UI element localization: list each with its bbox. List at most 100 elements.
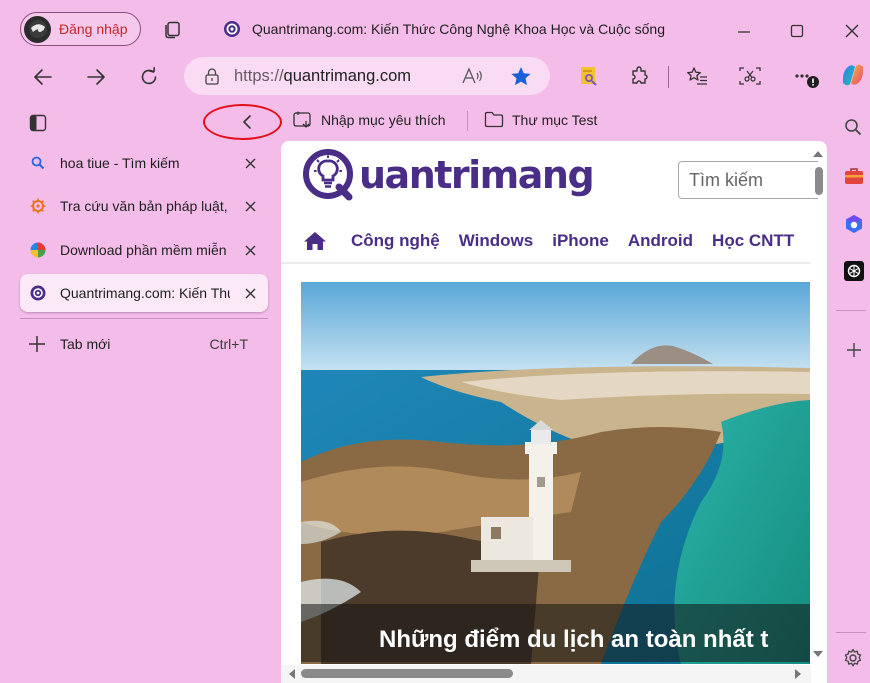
- sidebar-search-button[interactable]: [842, 116, 864, 138]
- extension-button-1[interactable]: [577, 64, 601, 88]
- site-info-button[interactable]: [204, 67, 220, 85]
- favorites-list-icon: [687, 67, 707, 85]
- web-content[interactable]: uantrimang Tìm kiếm Công nghệ Windows iP…: [281, 141, 827, 683]
- refresh-icon: [141, 67, 157, 85]
- extension-search-icon: [581, 67, 597, 86]
- window-title: Quantrimang.com: Kiến Thức Công Nghệ Kho…: [252, 21, 665, 37]
- nav-hoc-cntt[interactable]: Học CNTT: [712, 231, 794, 251]
- site-nav: Công nghệ Windows iPhone Android Học CNT…: [281, 219, 811, 263]
- extensions-button[interactable]: [628, 64, 652, 88]
- read-aloud-icon: [462, 67, 482, 84]
- tab-label: Download phần mềm miễn: [60, 242, 227, 258]
- nav-underline: [281, 262, 811, 264]
- home-button[interactable]: [303, 231, 327, 251]
- horizontal-scroll-thumb[interactable]: [301, 669, 513, 678]
- search-icon: [31, 156, 45, 170]
- lightbulb-logo-icon: [303, 149, 353, 201]
- briefcase-icon: [845, 168, 863, 184]
- nav-iphone[interactable]: iPhone: [552, 231, 609, 251]
- sidebar-divider-bottom: [836, 632, 866, 633]
- favorite-star-button[interactable]: [510, 65, 532, 87]
- address-bar[interactable]: https://quantrimang.com: [184, 57, 550, 95]
- avatar-icon: [28, 20, 47, 38]
- back-button[interactable]: [30, 64, 56, 90]
- vertical-tabs-icon: [29, 114, 47, 132]
- hero-caption[interactable]: Những điểm du lịch an toàn nhất t: [379, 626, 768, 654]
- favorites-divider: [467, 111, 468, 131]
- new-tab-label: Tab mới: [60, 336, 111, 352]
- sidebar-settings-button[interactable]: [842, 647, 864, 669]
- tab-close-button[interactable]: [242, 285, 258, 301]
- tab-search[interactable]: hoa tiue - Tìm kiếm: [20, 144, 268, 182]
- read-aloud-button[interactable]: [462, 66, 484, 86]
- tab-close-button[interactable]: [242, 155, 258, 171]
- url-host: quantrimang.com: [283, 66, 412, 85]
- star-icon: [511, 66, 531, 85]
- pinwheel-icon: [30, 242, 46, 258]
- copilot-button[interactable]: [838, 60, 868, 90]
- profile-button[interactable]: Đăng nhập: [20, 12, 141, 46]
- nav-windows[interactable]: Windows: [459, 231, 533, 251]
- site-logo[interactable]: uantrimang: [301, 147, 595, 203]
- lock-icon: [205, 67, 219, 85]
- screenshot-button[interactable]: [738, 64, 762, 88]
- tab-quantrimang[interactable]: Quantrimang.com: Kiến Thứ: [20, 274, 268, 312]
- nav-android[interactable]: Android: [628, 231, 693, 251]
- maximize-icon: [790, 24, 804, 38]
- tab-close-button[interactable]: [242, 198, 258, 214]
- favorite-folder-test[interactable]: Thư mục Test: [484, 111, 597, 128]
- nav-cong-nghe[interactable]: Công nghệ: [351, 231, 440, 251]
- screenshot-icon: [739, 67, 761, 85]
- import-favorites-icon: [293, 111, 311, 128]
- site-logo-text: uantrimang: [359, 153, 595, 197]
- avatar: [24, 15, 51, 43]
- toolbar-divider: [668, 66, 669, 88]
- arrow-right-icon: [87, 69, 105, 85]
- maximize-button[interactable]: [786, 20, 808, 42]
- url-text[interactable]: https://quantrimang.com: [234, 67, 411, 86]
- tab-close-button[interactable]: [242, 242, 258, 258]
- sidebar-chatgpt-button[interactable]: [842, 259, 866, 283]
- search-icon: [845, 119, 862, 136]
- profile-label: Đăng nhập: [59, 21, 128, 37]
- tabs-divider: [20, 318, 268, 319]
- close-icon: [845, 24, 859, 38]
- tab-label: Quantrimang.com: Kiến Thứ: [60, 285, 230, 301]
- site-search-input[interactable]: Tìm kiếm: [678, 161, 818, 199]
- at-icon: [30, 285, 46, 301]
- url-protocol: https://: [234, 66, 284, 85]
- tab-legal-docs[interactable]: Tra cứu văn bản pháp luật,: [20, 187, 268, 225]
- vertical-scrollbar[interactable]: [811, 149, 825, 659]
- openai-icon: [844, 261, 864, 281]
- copilot-icon: [846, 215, 862, 233]
- favorite-folder-label: Thư mục Test: [512, 111, 598, 128]
- minimize-button[interactable]: [733, 20, 755, 42]
- wheel-icon: [30, 198, 46, 214]
- forward-button[interactable]: [83, 64, 109, 90]
- new-tab-button[interactable]: Tab mới Ctrl+T: [28, 332, 248, 356]
- close-icon: [245, 245, 255, 255]
- vertical-scroll-thumb[interactable]: [815, 167, 823, 195]
- favorites-button[interactable]: [685, 64, 709, 88]
- tab-favicon: [222, 19, 242, 39]
- hero-article[interactable]: Những điểm du lịch an toàn nhất t: [301, 282, 810, 664]
- refresh-button[interactable]: [136, 64, 162, 90]
- scrollbar-arrows-icon: [813, 151, 823, 657]
- folder-icon: [484, 111, 504, 128]
- workspaces-button[interactable]: [160, 18, 184, 42]
- tab-download[interactable]: Download phần mềm miễn: [20, 231, 268, 269]
- more-dots-icon: [795, 74, 819, 88]
- copilot-icon: [842, 64, 864, 86]
- sidebar-add-button[interactable]: [843, 339, 865, 361]
- sidebar-copilot-button[interactable]: [842, 212, 866, 236]
- more-menu-button[interactable]: [792, 66, 822, 90]
- workspaces-icon: [165, 21, 180, 39]
- at-icon: [224, 21, 240, 37]
- sidebar-tools-button[interactable]: [842, 165, 866, 187]
- sidebar-divider: [836, 310, 866, 311]
- favorite-import[interactable]: Nhập mục yêu thích: [293, 111, 446, 129]
- home-icon: [304, 232, 326, 250]
- close-window-button[interactable]: [841, 20, 863, 42]
- arrow-left-icon: [34, 69, 52, 85]
- tab-actions-button[interactable]: [27, 112, 49, 134]
